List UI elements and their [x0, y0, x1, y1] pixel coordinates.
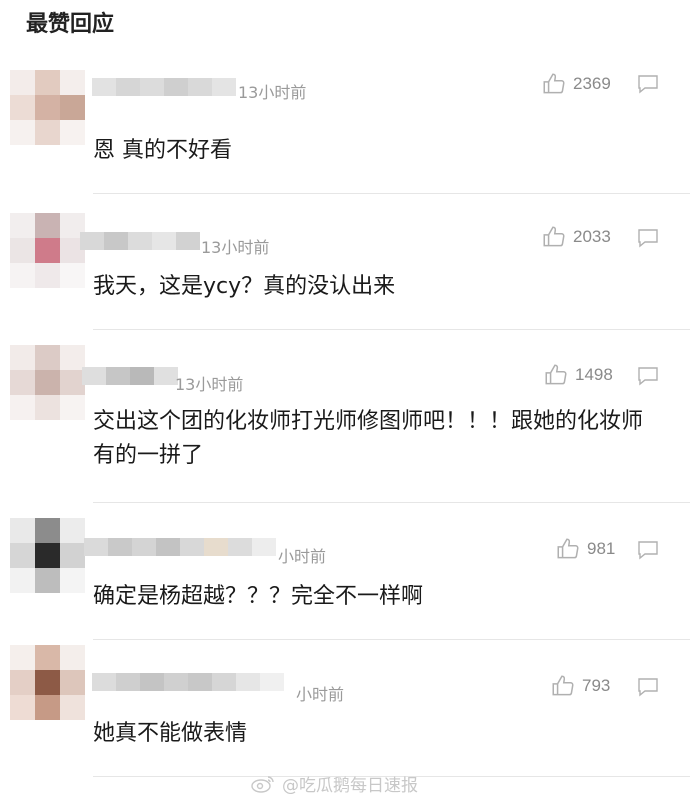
weibo-logo-icon	[251, 775, 274, 793]
comment-text: 确定是杨超越？？？完全不一样啊	[93, 584, 424, 609]
comment-time: 13小时前	[238, 83, 307, 102]
thumbs-up-icon	[543, 73, 565, 94]
comment-text: 交出这个团的化妆师打光师修图师吧！！！跟她的化妆师有的一拼了	[93, 409, 644, 468]
username-blurred[interactable]	[92, 78, 236, 96]
divider	[93, 639, 690, 640]
like-button[interactable]: 981	[555, 536, 615, 562]
section-title: 最赞回应	[26, 12, 115, 37]
reply-icon[interactable]	[636, 676, 660, 698]
reply-icon[interactable]	[636, 365, 660, 387]
thumbs-up-icon	[557, 538, 579, 559]
avatar[interactable]	[10, 213, 85, 288]
divider	[93, 329, 690, 330]
comment-time: 13小时前	[201, 238, 270, 257]
reply-icon[interactable]	[636, 539, 660, 561]
username-blurred[interactable]	[84, 538, 276, 556]
username-blurred[interactable]	[82, 367, 178, 385]
thumbs-up-icon	[545, 364, 567, 385]
reply-icon[interactable]	[636, 73, 660, 95]
username-blurred[interactable]	[92, 673, 284, 691]
comment-text: 恩 真的不好看	[93, 138, 232, 163]
divider	[93, 502, 690, 503]
like-count: 2033	[573, 227, 611, 246]
thumbs-up-icon	[543, 226, 565, 247]
like-count: 2369	[573, 74, 611, 93]
reply-icon[interactable]	[636, 227, 660, 249]
comment-time: 13小时前	[175, 375, 244, 394]
avatar[interactable]	[10, 518, 85, 593]
username-blurred[interactable]	[80, 232, 200, 250]
comment-text: 她真不能做表情	[93, 721, 248, 746]
like-count: 793	[582, 676, 611, 695]
like-button[interactable]: 1498	[543, 362, 613, 388]
thumbs-up-icon	[552, 675, 574, 696]
comment-text: 我天，这是ycy？真的没认出来	[93, 274, 396, 299]
avatar[interactable]	[10, 645, 85, 720]
like-count: 1498	[575, 365, 613, 384]
like-button[interactable]: 793	[550, 673, 610, 699]
comment-time: 小时前	[296, 685, 345, 704]
weibo-watermark: @吃瓜鹅每日速报	[250, 771, 418, 796]
like-count: 981	[587, 539, 616, 558]
divider	[93, 193, 690, 194]
avatar[interactable]	[10, 345, 85, 420]
avatar[interactable]	[10, 70, 85, 145]
comment-time: 小时前	[278, 547, 327, 566]
like-button[interactable]: 2033	[541, 224, 611, 250]
watermark-text: @吃瓜鹅每日速报	[282, 776, 418, 796]
like-button[interactable]: 2369	[541, 71, 611, 97]
